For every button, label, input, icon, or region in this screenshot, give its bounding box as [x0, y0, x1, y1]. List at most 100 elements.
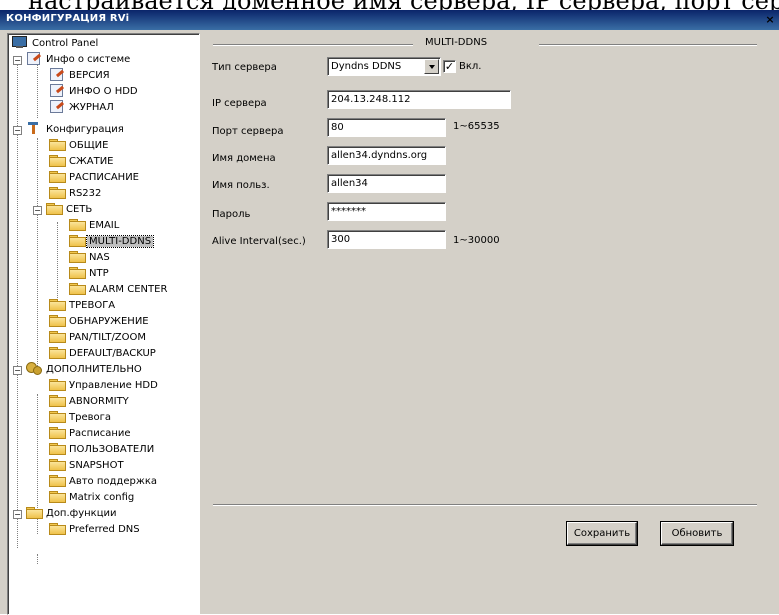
password-label: Пароль: [212, 209, 251, 220]
tree-item-log[interactable]: ЖУРНАЛ: [48, 100, 116, 116]
group-divider: [213, 44, 413, 46]
collapse-toggle-icon[interactable]: −: [13, 510, 22, 519]
info-doc-icon: [48, 100, 65, 113]
folder-icon: [68, 282, 86, 295]
tree-item-multi-ddns[interactable]: MULTI-DDNS: [68, 234, 155, 250]
folder-icon: [45, 202, 63, 215]
server-ip-field[interactable]: 204.13.248.112: [327, 90, 511, 109]
refresh-button[interactable]: Обновить: [661, 522, 733, 545]
tree-item-auto-maintain[interactable]: Авто поддержка: [48, 474, 159, 490]
tree-item-compression[interactable]: СЖАТИЕ: [48, 154, 116, 170]
tree-item-advanced[interactable]: ДОПОЛНИТЕЛЬНО: [25, 362, 144, 378]
folder-icon: [48, 410, 66, 423]
group-divider: [539, 44, 757, 46]
server-type-select[interactable]: Dyndns DDNS: [327, 57, 441, 76]
group-title: MULTI-DDNS: [425, 37, 488, 48]
tree-guide-line: [57, 222, 58, 306]
tree-item-preferred-dns[interactable]: Preferred DNS: [48, 522, 142, 538]
alive-interval-label: Alive Interval(sec.): [212, 236, 306, 247]
tree-item-matrix-config[interactable]: Matrix config: [48, 490, 136, 506]
window-titlebar: КОНФИГУРАЦИЯ RVi ×: [0, 10, 779, 30]
server-type-label: Тип сервера: [212, 62, 277, 73]
tree-guide-line: [37, 62, 38, 118]
folder-icon: [48, 330, 66, 343]
domain-field[interactable]: allen34.dyndns.org: [327, 146, 446, 165]
alive-interval-hint: 1~30000: [453, 235, 500, 246]
tree-item-nas[interactable]: NAS: [68, 250, 112, 266]
tree-item-abnormity[interactable]: ABNORMITY: [48, 394, 131, 410]
tools-icon: [25, 122, 42, 134]
folder-icon: [48, 170, 66, 183]
folder-icon: [48, 458, 66, 471]
folder-icon: [48, 474, 66, 487]
folder-icon: [48, 490, 66, 503]
folder-icon: [68, 234, 86, 247]
tree-item-system-info[interactable]: Инфо о системе: [25, 52, 132, 68]
tree-item-version[interactable]: ВЕРСИЯ: [48, 68, 112, 84]
server-port-label: Порт сервера: [212, 126, 284, 137]
info-doc-icon: [48, 84, 65, 97]
tree-item-schedule-advanced[interactable]: Расписание: [48, 426, 133, 442]
collapse-toggle-icon[interactable]: −: [33, 206, 42, 215]
folder-icon: [48, 442, 66, 455]
folder-icon: [48, 394, 66, 407]
window-title: КОНФИГУРАЦИЯ RVi: [6, 13, 130, 24]
tree-item-rs232[interactable]: RS232: [48, 186, 103, 202]
enable-label: Вкл.: [459, 61, 482, 72]
server-port-hint: 1~65535: [453, 121, 500, 132]
tree-item-extra-functions[interactable]: Доп.функции: [25, 506, 119, 522]
tree-item-schedule[interactable]: РАСПИСАНИЕ: [48, 170, 141, 186]
folder-icon: [68, 250, 86, 263]
bottom-divider: [213, 504, 757, 506]
tree-item-detection[interactable]: ОБНАРУЖЕНИЕ: [48, 314, 151, 330]
tree-item-users[interactable]: ПОЛЬЗОВАТЕЛИ: [48, 442, 156, 458]
tree-item-ptz[interactable]: PAN/TILT/ZOOM: [48, 330, 148, 346]
tree-item-alarm-advanced[interactable]: Тревога: [48, 410, 113, 426]
folder-icon: [48, 426, 66, 439]
folder-icon: [25, 506, 43, 519]
tree-item-alarm-center[interactable]: ALARM CENTER: [68, 282, 169, 298]
folder-icon: [48, 346, 66, 359]
gears-icon: [25, 362, 42, 375]
domain-label: Имя домена: [212, 153, 276, 164]
collapse-toggle-icon[interactable]: −: [13, 56, 22, 65]
server-ip-label: IP сервера: [212, 98, 267, 109]
alive-interval-field[interactable]: 300: [327, 230, 446, 249]
tree-item-network[interactable]: СЕТЬ: [45, 202, 94, 218]
enable-checkbox[interactable]: ✓: [443, 60, 456, 73]
server-port-field[interactable]: 80: [327, 118, 446, 137]
tree-item-general[interactable]: ОБЩИЕ: [48, 138, 110, 154]
tree-item-hdd-info[interactable]: ИНФО О HDD: [48, 84, 140, 100]
multi-ddns-panel: MULTI-DDNS Тип сервера Dyndns DDNS ✓ Вкл…: [203, 30, 779, 614]
collapse-toggle-icon[interactable]: −: [13, 366, 22, 375]
info-doc-icon: [48, 68, 65, 81]
folder-icon: [48, 186, 66, 199]
tree-item-email[interactable]: EMAIL: [68, 218, 121, 234]
username-label: Имя польз.: [212, 180, 270, 191]
folder-icon: [48, 314, 66, 327]
tree-item-hdd-management[interactable]: Управление HDD: [48, 378, 160, 394]
password-field[interactable]: *******: [327, 202, 446, 221]
close-icon[interactable]: ×: [763, 13, 777, 27]
tree-guide-line: [37, 554, 38, 564]
folder-icon: [48, 138, 66, 151]
settings-tree: Control Panel − Инфо о системе ВЕРСИЯ ИН…: [7, 33, 200, 615]
tree-item-control-panel[interactable]: Control Panel: [11, 36, 100, 52]
tree-item-configuration[interactable]: Конфигурация: [25, 122, 126, 138]
monitor-icon: [11, 36, 28, 48]
folder-icon: [48, 154, 66, 167]
tree-item-snapshot[interactable]: SNAPSHOT: [48, 458, 126, 474]
folder-icon: [68, 218, 86, 231]
tree-item-default-backup[interactable]: DEFAULT/BACKUP: [48, 346, 158, 362]
config-window: Control Panel − Инфо о системе ВЕРСИЯ ИН…: [0, 30, 779, 615]
tree-item-alarm[interactable]: ТРЕВОГА: [48, 298, 117, 314]
save-button[interactable]: Сохранить: [567, 522, 637, 545]
username-field[interactable]: allen34: [327, 174, 446, 193]
tree-item-ntp[interactable]: NTP: [68, 266, 111, 282]
collapse-toggle-icon[interactable]: −: [13, 126, 22, 135]
folder-icon: [48, 378, 66, 391]
info-doc-icon: [25, 52, 42, 65]
chevron-down-icon[interactable]: [424, 59, 439, 74]
tree-guide-line: [37, 138, 38, 370]
folder-icon: [48, 298, 66, 311]
